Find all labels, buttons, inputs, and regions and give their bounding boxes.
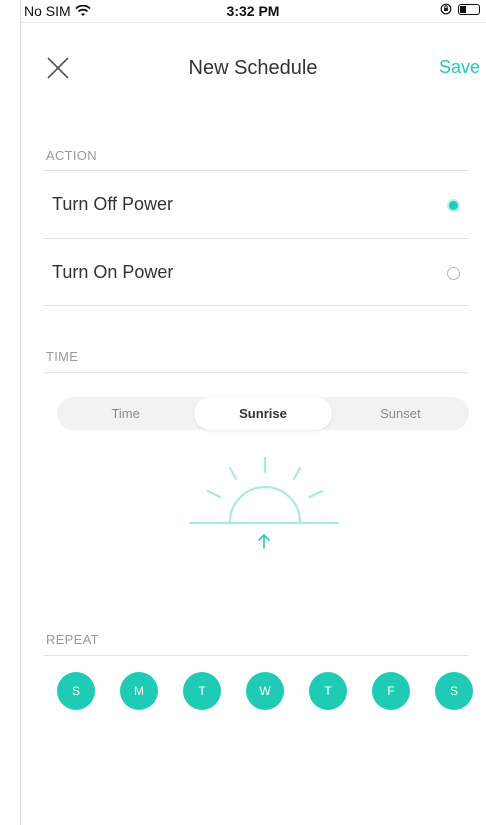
time-mode-segmented-control: Time Sunrise Sunset <box>57 397 469 430</box>
page-title: New Schedule <box>188 57 318 79</box>
divider <box>44 170 468 171</box>
option-label: Turn On Power <box>52 262 174 282</box>
repeat-section-label: REPEAT <box>46 632 99 647</box>
divider <box>44 372 468 373</box>
navigation-bar: New Schedule Save <box>20 40 486 96</box>
sunrise-icon <box>188 456 340 549</box>
time-section-label: TIME <box>46 349 79 364</box>
status-right <box>440 3 480 15</box>
save-button[interactable]: Save <box>439 57 480 78</box>
orientation-lock-icon <box>440 3 452 15</box>
divider <box>44 655 468 656</box>
radio-unselected-icon[interactable] <box>447 267 460 280</box>
day-toggle-tuesday[interactable]: T <box>183 672 221 710</box>
divider <box>44 305 468 306</box>
option-label: Turn Off Power <box>52 194 174 214</box>
repeat-days: S M T W T F S <box>57 672 473 710</box>
tab-sunrise[interactable]: Sunrise <box>194 397 332 430</box>
day-toggle-wednesday[interactable]: W <box>246 672 284 710</box>
tab-sunset[interactable]: Sunset <box>332 397 469 430</box>
frame-border <box>20 0 21 825</box>
battery-icon <box>458 3 480 15</box>
status-bar: No SIM 3:32 PM <box>20 0 486 23</box>
battery-level <box>460 5 466 13</box>
day-toggle-saturday[interactable]: S <box>435 672 473 710</box>
option-turn-off-power[interactable]: Turn Off Power <box>44 172 468 238</box>
option-turn-on-power[interactable]: Turn On Power <box>44 240 468 306</box>
day-toggle-friday[interactable]: F <box>372 672 410 710</box>
status-time: 3:32 PM <box>226 3 280 19</box>
action-section-label: ACTION <box>46 148 97 163</box>
day-toggle-sunday[interactable]: S <box>57 672 95 710</box>
tab-time[interactable]: Time <box>57 397 194 430</box>
divider <box>44 238 468 239</box>
day-toggle-monday[interactable]: M <box>120 672 158 710</box>
radio-selected-icon[interactable] <box>447 199 460 212</box>
day-toggle-thursday[interactable]: T <box>309 672 347 710</box>
